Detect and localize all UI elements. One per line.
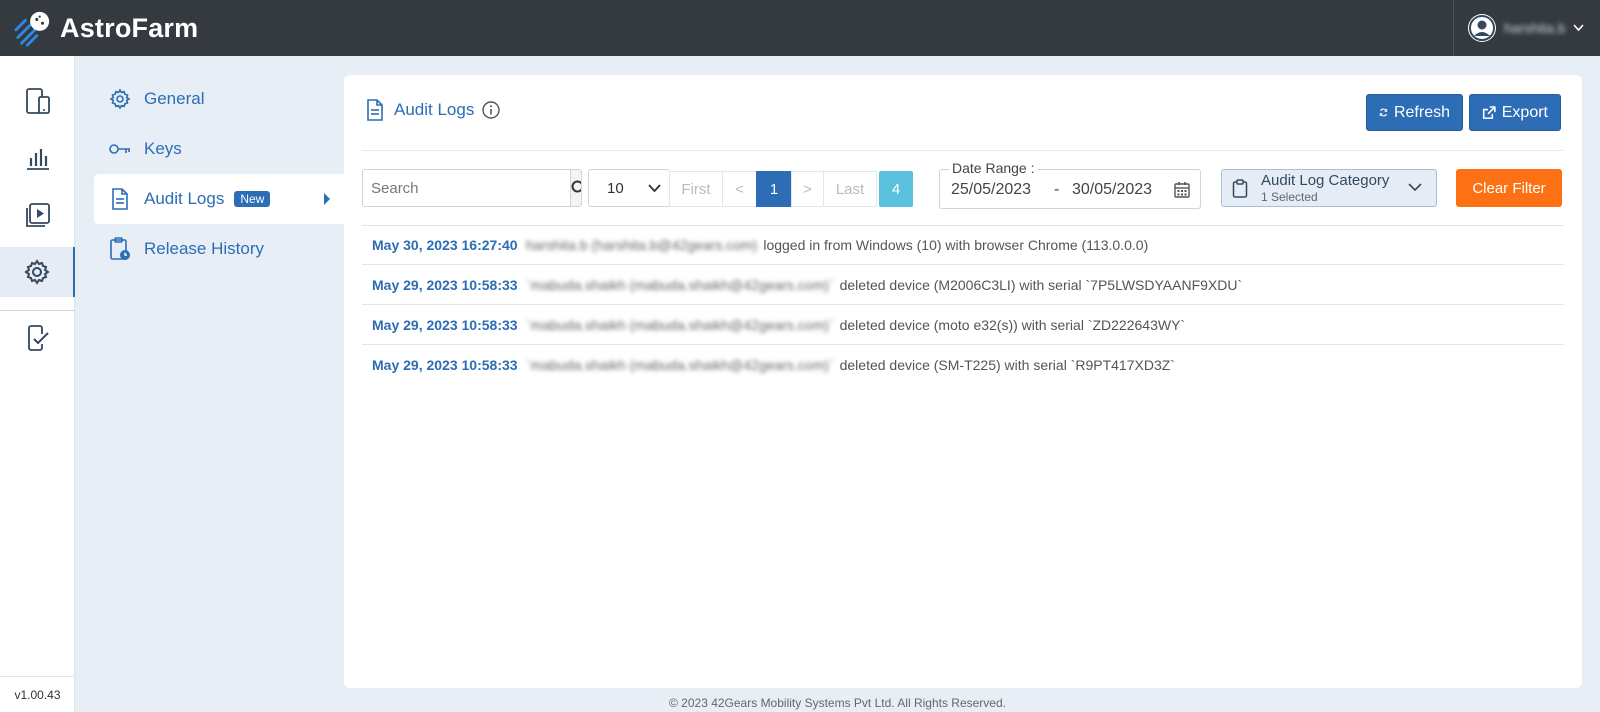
category-selected-count: 1 Selected xyxy=(1261,190,1318,204)
menu-item-general[interactable]: General xyxy=(94,74,344,124)
page-title: Audit Logs xyxy=(394,100,475,119)
playback-icon xyxy=(25,203,50,227)
date-range-picker[interactable]: Date Range : 25/05/2023 - 30/05/2023 xyxy=(939,160,1201,209)
clipboard-clock-icon xyxy=(108,237,132,261)
external-link-icon xyxy=(1482,105,1496,119)
log-row: May 29, 2023 10:58:33 `mabuda.shaikh (ma… xyxy=(362,345,1564,385)
page-first-button[interactable]: First xyxy=(669,171,723,207)
date-separator: - xyxy=(1054,181,1060,198)
pagination: First < 1 > Last 4 xyxy=(669,171,913,207)
search-box xyxy=(362,169,582,207)
chevron-down-icon xyxy=(1408,183,1422,192)
rail-item-analytics[interactable] xyxy=(0,133,75,183)
menu-item-label: Audit Logs xyxy=(144,189,225,208)
audit-logs-panel: Audit Logs Refresh Export Search 10 Firs… xyxy=(344,75,1582,688)
rail-item-settings[interactable] xyxy=(0,247,75,297)
log-action: deleted device (SM-T225) with serial `R9… xyxy=(839,357,1175,373)
audit-log-category-select[interactable]: Audit Log Category 1 Selected xyxy=(1221,169,1437,207)
date-range-label: Date Range : xyxy=(949,160,1038,176)
settings-gear-icon xyxy=(23,259,50,285)
menu-item-keys[interactable]: Keys xyxy=(94,124,344,174)
page-last-button[interactable]: Last xyxy=(823,171,877,207)
log-user: harshita.b (harshita.b@42gears.com) xyxy=(526,236,758,253)
rail-item-devices[interactable] xyxy=(0,76,75,126)
info-icon[interactable] xyxy=(482,101,501,119)
page-size-value: 10 xyxy=(607,179,624,197)
user-avatar-icon xyxy=(1469,15,1495,41)
log-action: deleted device (moto e32(s)) with serial… xyxy=(839,316,1186,333)
document-icon xyxy=(367,99,383,121)
key-icon xyxy=(108,137,132,161)
log-time: May 29, 2023 10:58:33 xyxy=(372,276,518,293)
audit-log-list: May 30, 2023 16:27:40 harshita.b (harshi… xyxy=(362,225,1564,385)
clear-filter-button[interactable]: Clear Filter xyxy=(1456,169,1562,207)
device-check-icon xyxy=(27,325,49,351)
rail-divider xyxy=(0,310,75,311)
panel-title: Audit Logs xyxy=(366,99,501,121)
search-input[interactable] xyxy=(363,170,570,206)
page-size-select[interactable]: 10 xyxy=(588,169,670,207)
app-name: AstroFarm xyxy=(60,12,199,43)
chevron-down-icon xyxy=(648,184,661,193)
log-row: May 30, 2023 16:27:40 harshita.b (harshi… xyxy=(362,225,1564,265)
rail-item-playback[interactable] xyxy=(0,190,75,240)
menu-item-label: General xyxy=(144,89,205,108)
devices-icon xyxy=(25,88,50,114)
clipboard-icon xyxy=(1232,179,1248,198)
category-title: Audit Log Category xyxy=(1261,172,1390,189)
page-prev-button[interactable]: < xyxy=(722,171,757,207)
page-current-button[interactable]: 1 xyxy=(756,171,792,207)
log-user: `mabuda.shaikh (mabuda.shaikh@42gears.co… xyxy=(526,316,834,333)
date-to: 30/05/2023 xyxy=(1072,181,1153,198)
document-icon xyxy=(108,187,132,211)
user-menu[interactable]: harshita.b xyxy=(1453,0,1600,56)
avatar xyxy=(1468,14,1496,42)
date-from: 25/05/2023 xyxy=(951,181,1032,198)
menu-item-audit-logs[interactable]: Audit Logs New xyxy=(94,174,344,224)
chevron-down-icon xyxy=(1573,24,1585,32)
log-row: May 29, 2023 10:58:33 `mabuda.shaikh (ma… xyxy=(362,265,1564,305)
settings-menu: General Keys Audit Logs New Release Hist… xyxy=(94,74,344,274)
page-next-button[interactable]: > xyxy=(791,171,824,207)
log-time: May 30, 2023 16:27:40 xyxy=(372,236,518,253)
log-row: May 29, 2023 10:58:33 `mabuda.shaikh (ma… xyxy=(362,305,1564,345)
icon-rail: v1.00.43 xyxy=(0,56,75,712)
divider xyxy=(362,150,1564,151)
page-total-badge: 4 xyxy=(879,171,913,207)
rail-item-device-check[interactable] xyxy=(0,313,75,363)
export-label: Export xyxy=(1501,103,1548,121)
top-bar: AstroFarm harshita.b xyxy=(0,0,1600,56)
log-user: `mabuda.shaikh (mabuda.shaikh@42gears.co… xyxy=(526,276,834,293)
log-time: May 29, 2023 10:58:33 xyxy=(372,357,518,373)
search-button[interactable] xyxy=(570,170,581,206)
search-icon xyxy=(571,180,581,193)
astrofarm-logo-icon xyxy=(14,11,50,47)
export-button[interactable]: Export xyxy=(1469,94,1561,131)
analytics-icon xyxy=(26,149,49,170)
log-time: May 29, 2023 10:58:33 xyxy=(372,316,518,333)
refresh-label: Refresh xyxy=(1393,103,1450,121)
user-name: harshita.b xyxy=(1504,20,1566,36)
log-action: deleted device (M2006C3LI) with serial `… xyxy=(839,276,1243,293)
footer-copyright: © 2023 42Gears Mobility Systems Pvt Ltd.… xyxy=(669,696,1006,710)
menu-item-label: Release History xyxy=(144,239,264,258)
app-version: v1.00.43 xyxy=(0,676,75,712)
log-action: logged in from Windows (10) with browser… xyxy=(763,236,1149,253)
refresh-icon xyxy=(1379,108,1388,117)
calendar-icon xyxy=(1174,182,1190,198)
menu-item-release-history[interactable]: Release History xyxy=(94,224,344,274)
gear-icon xyxy=(108,87,132,111)
new-badge: New xyxy=(234,191,271,207)
log-user: `mabuda.shaikh (mabuda.shaikh@42gears.co… xyxy=(526,357,834,373)
brand[interactable]: AstroFarm xyxy=(0,0,198,56)
menu-item-label: Keys xyxy=(144,139,182,158)
caret-right-icon xyxy=(324,193,330,205)
refresh-button[interactable]: Refresh xyxy=(1366,94,1463,131)
